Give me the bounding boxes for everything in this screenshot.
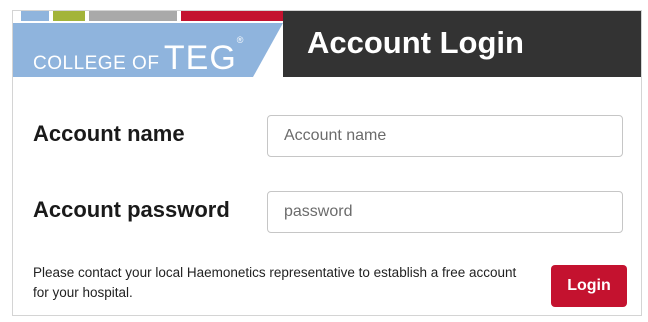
title-bar: Account Login [283,11,641,77]
logo-brand: TEG [163,39,237,77]
stripe-blue [21,11,49,21]
login-panel: COLLEGE OF TEG® Account Login Account na… [12,10,642,316]
account-password-label: Account password [33,197,230,222]
stripe-red [181,11,283,21]
color-stripes [13,11,283,21]
account-password-input[interactable] [267,191,623,233]
logo-prefix: COLLEGE OF [33,53,160,74]
logo-registered-mark: ® [236,35,244,45]
stripe-gray [89,11,177,21]
login-button[interactable]: Login [551,265,627,307]
header: COLLEGE OF TEG® Account Login [13,11,641,78]
page-title: Account Login [307,25,524,60]
account-name-label: Account name [33,121,185,146]
contact-notice: Please contact your local Haemonetics re… [33,265,517,300]
account-name-input[interactable] [267,115,623,157]
stripe-green [53,11,85,21]
logo-wordmark: COLLEGE OF TEG® [33,35,243,78]
